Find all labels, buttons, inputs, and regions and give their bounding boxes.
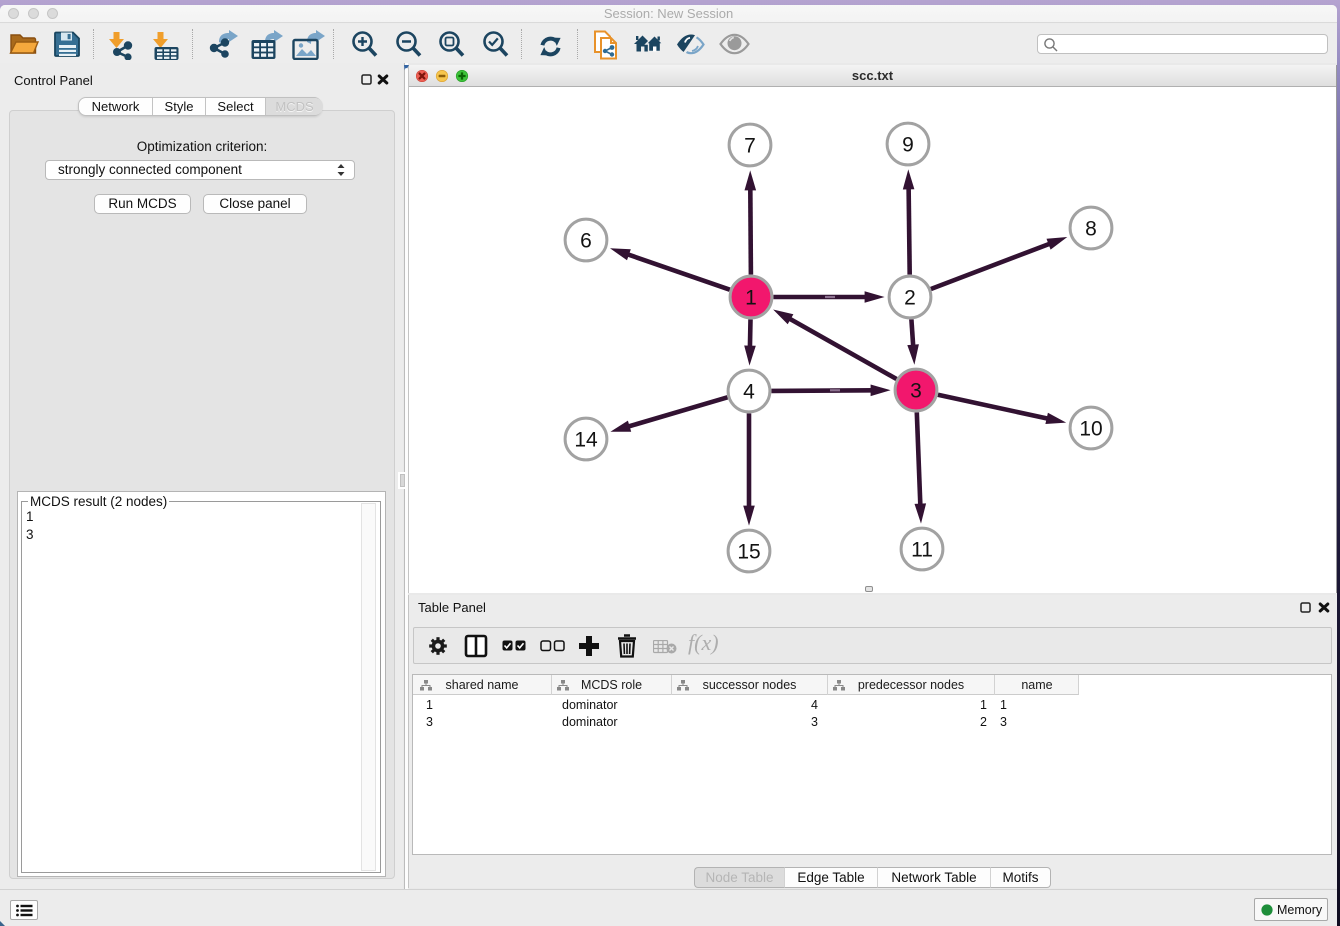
svg-text:4: 4 xyxy=(743,381,755,404)
svg-text:9: 9 xyxy=(902,134,914,157)
svg-text:2: 2 xyxy=(904,287,916,310)
svg-text:8: 8 xyxy=(1085,218,1097,241)
svg-text:15: 15 xyxy=(737,541,760,564)
svg-text:10: 10 xyxy=(1079,418,1102,441)
svg-text:14: 14 xyxy=(574,429,598,452)
svg-text:1: 1 xyxy=(745,287,757,310)
svg-text:7: 7 xyxy=(744,135,756,158)
svg-text:6: 6 xyxy=(580,230,592,253)
svg-text:11: 11 xyxy=(911,539,933,562)
svg-text:3: 3 xyxy=(910,380,922,403)
